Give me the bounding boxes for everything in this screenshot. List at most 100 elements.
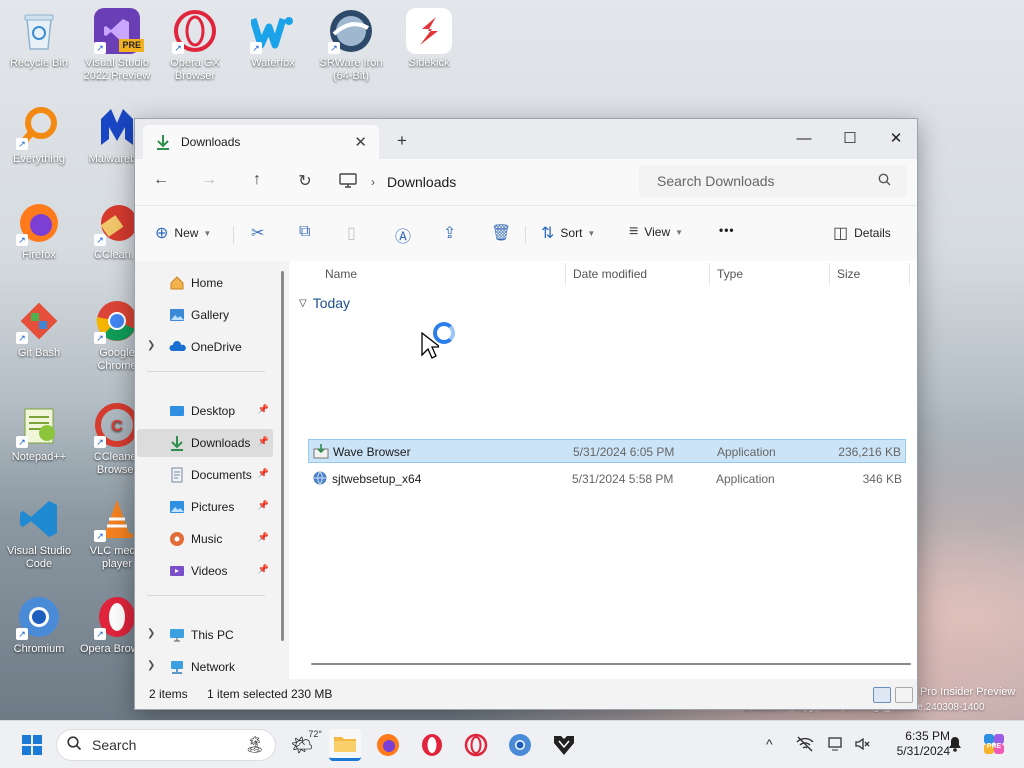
view-button[interactable]: ≡ View ▼ — [629, 223, 683, 241]
copy-button[interactable]: ⧉ — [299, 223, 310, 241]
file-type: Application — [716, 472, 775, 486]
column-header-type[interactable]: Type — [717, 261, 743, 287]
this-pc-icon — [169, 627, 185, 643]
rename-button[interactable]: Ⓐ — [395, 223, 411, 247]
delete-button[interactable]: 🗑 — [491, 223, 511, 243]
taskbar-opera[interactable] — [416, 729, 448, 761]
desktop-icon-firefox[interactable]: ↗ Firefox — [2, 200, 76, 262]
tab-downloads[interactable]: Downloads ✕ — [143, 125, 379, 159]
taskbar-opera-gx[interactable] — [460, 729, 492, 761]
clock-time: 6:35 PM — [905, 729, 950, 743]
sidebar-item-gallery[interactable]: Gallery — [137, 301, 273, 329]
notification-bell-icon[interactable] — [948, 736, 962, 755]
column-header-size[interactable]: Size — [837, 261, 860, 287]
taskbar-chromium[interactable] — [504, 729, 536, 761]
details-label: Details — [854, 226, 891, 240]
desktop-icon-opera-gx[interactable]: ↗ Opera GX Browser — [158, 8, 232, 83]
maximize-button[interactable]: ☐ — [827, 125, 873, 153]
notepad-plus-plus-icon: ↗ — [16, 402, 62, 448]
close-window-button[interactable]: ✕ — [873, 125, 919, 153]
expand-chevron-icon[interactable]: ❯ — [147, 340, 155, 351]
weather-widget[interactable]: 🌤 72° — [286, 729, 322, 761]
details-view-button[interactable] — [873, 687, 891, 703]
sidebar-item-this-pc[interactable]: ❯ This PC — [137, 621, 273, 649]
column-header-name[interactable]: Name — [325, 261, 357, 287]
sidebar-item-documents[interactable]: Documents 📌 — [137, 461, 273, 489]
refresh-icon[interactable]: ↻ — [293, 171, 317, 191]
sidebar-item-network[interactable]: ❯ Network — [137, 653, 273, 681]
details-pane-button[interactable]: ◫ Details — [833, 223, 891, 243]
desktop-icon-chromium[interactable]: ↗ Chromium — [2, 594, 76, 656]
taskbar-search-box[interactable]: Search 🏝 — [56, 729, 276, 761]
display-icon[interactable] — [828, 736, 844, 755]
cut-button[interactable]: ✂ — [251, 223, 264, 243]
share-button[interactable]: ⇪ — [443, 223, 456, 243]
sort-button[interactable]: ⇅ Sort ▼ — [541, 223, 595, 243]
chevron-down-icon: ▼ — [587, 228, 596, 238]
desktop-icon-visual-studio[interactable]: PRE ↗ Visual Studio 2022 Preview — [80, 8, 154, 83]
desktop-icon-notepad-plus-plus[interactable]: ↗ Notepad++ — [2, 402, 76, 464]
forward-arrow-icon[interactable]: → — [197, 171, 221, 189]
sidebar-item-home[interactable]: Home — [137, 269, 273, 297]
sidebar-item-music[interactable]: Music 📌 — [137, 525, 273, 553]
taskbar-firefox[interactable] — [372, 729, 404, 761]
tray-overflow-chevron-icon[interactable]: ^ — [766, 736, 773, 752]
desktop-icon-vscode[interactable]: Visual Studio Code — [2, 496, 76, 571]
windows-logo-icon — [22, 735, 42, 755]
column-divider[interactable] — [829, 263, 830, 285]
desktop-icon-waterfox[interactable]: ↗ Waterfox — [236, 8, 310, 70]
desktop-icon-sidekick[interactable]: Sidekick — [392, 8, 466, 70]
pin-icon: 📌 — [257, 500, 269, 510]
chevron-down-icon: ▼ — [675, 227, 684, 237]
minimize-button[interactable]: — — [781, 125, 827, 153]
desktop-icon-everything[interactable]: ↗ Everything — [2, 104, 76, 166]
tiles-view-button[interactable] — [895, 687, 913, 703]
sidebar-item-onedrive[interactable]: ❯ OneDrive — [137, 333, 273, 361]
file-row-wave-browser[interactable]: Wave Browser 5/31/2024 6:05 PM Applicati… — [308, 439, 906, 463]
expand-chevron-icon[interactable]: ❯ — [147, 628, 155, 639]
back-arrow-icon[interactable]: ← — [149, 171, 173, 189]
more-options-button[interactable]: ••• — [719, 223, 735, 237]
search-box[interactable]: Search Downloads — [639, 165, 907, 197]
pin-icon: 📌 — [257, 564, 269, 574]
copilot-icon[interactable]: PRE — [982, 732, 1006, 759]
sidebar-item-label: Music — [191, 532, 223, 546]
file-row-sjtwebsetup[interactable]: sjtwebsetup_x64 5/31/2024 5:58 PM Applic… — [308, 467, 906, 491]
gallery-icon — [169, 307, 185, 323]
desktop-icon-srware-iron[interactable]: ↗ SRWare Iron (64-Bit) — [314, 8, 388, 83]
desktop-icon-git-bash[interactable]: ↗ Git Bash — [2, 298, 76, 360]
desktop-icon-recycle-bin[interactable]: Recycle Bin — [2, 8, 76, 70]
shortcut-arrow-icon: ↗ — [94, 332, 106, 344]
trash-icon: 🗑 — [491, 225, 512, 242]
sound-muted-icon[interactable] — [854, 736, 870, 755]
paste-button[interactable]: ▯ — [347, 223, 356, 243]
up-arrow-icon[interactable]: ↑ — [245, 171, 269, 189]
close-tab-icon[interactable]: ✕ — [354, 133, 367, 151]
column-header-date-modified[interactable]: Date modified — [573, 261, 647, 287]
pictures-folder-icon — [169, 499, 185, 515]
new-tab-button[interactable]: + — [397, 131, 407, 151]
navigation-pane-scrollbar[interactable] — [281, 271, 284, 641]
file-list-horizontal-scrollbar[interactable] — [311, 663, 911, 665]
watermark-edition: Pro Insider Preview — [920, 686, 1016, 698]
new-button[interactable]: ⊕ New ▼ — [155, 223, 211, 243]
column-divider[interactable] — [909, 263, 910, 285]
expand-chevron-icon[interactable]: ❯ — [147, 660, 155, 671]
sidebar-item-pictures[interactable]: Pictures 📌 — [137, 493, 273, 521]
column-divider[interactable] — [565, 263, 566, 285]
sidebar-item-downloads[interactable]: Downloads 📌 — [137, 429, 273, 457]
column-divider[interactable] — [709, 263, 710, 285]
taskbar-wave-app[interactable] — [548, 729, 580, 761]
taskbar-file-explorer[interactable] — [329, 729, 361, 761]
desktop-icon-label: Opera GX Browser — [170, 57, 220, 82]
sidebar-item-videos[interactable]: Videos 📌 — [137, 557, 273, 585]
address-bar[interactable]: › Downloads — [339, 166, 629, 198]
shortcut-arrow-icon: ↗ — [16, 234, 28, 246]
shortcut-arrow-icon: ↗ — [16, 332, 28, 344]
group-header-today[interactable]: ▽ Today — [299, 295, 350, 311]
system-clock[interactable]: 6:35 PM 5/31/2024 — [880, 729, 950, 759]
sidebar-item-desktop[interactable]: Desktop 📌 — [137, 397, 273, 425]
start-button[interactable] — [16, 729, 48, 761]
network-offline-icon[interactable] — [796, 736, 814, 755]
breadcrumb-downloads[interactable]: Downloads — [387, 174, 456, 190]
